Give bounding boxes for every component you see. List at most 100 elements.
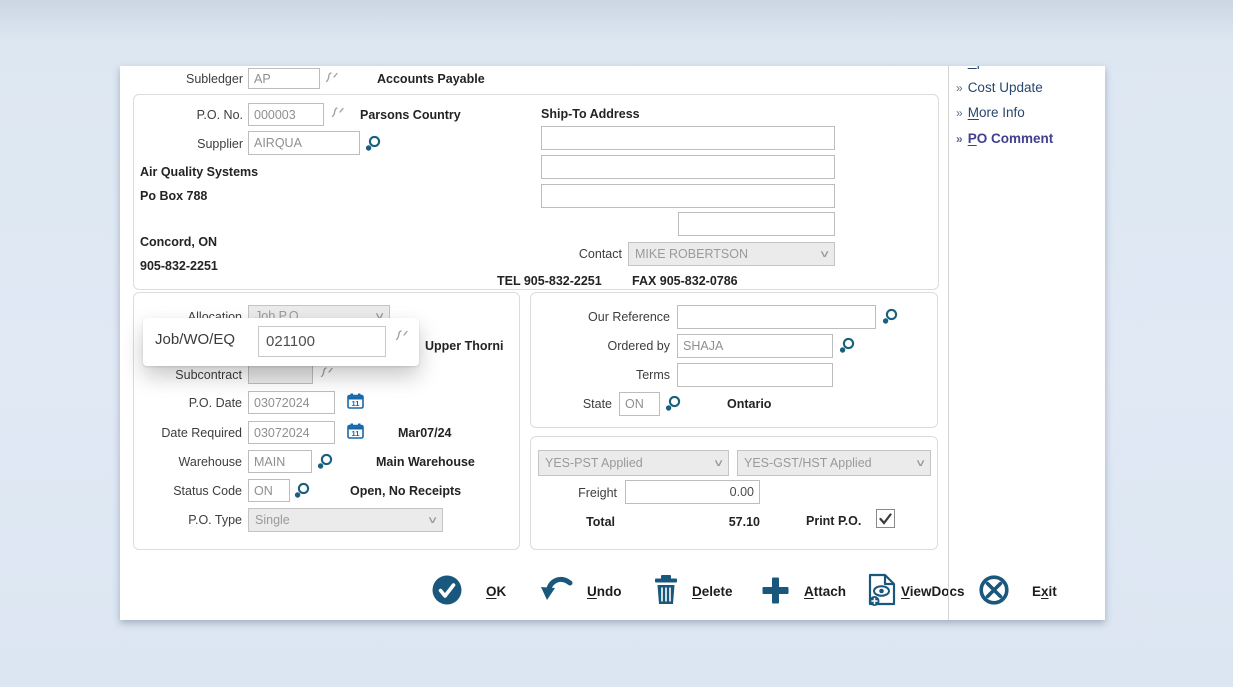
- supplier-input[interactable]: AIRQUA: [248, 131, 360, 155]
- chevron-down-icon: ∨: [426, 515, 438, 526]
- ship-to-line1-input[interactable]: [541, 126, 835, 150]
- chevron-down-icon: ∨: [818, 249, 830, 260]
- ordered-by-label: Ordered by: [550, 336, 670, 356]
- ordered-by-lookup-icon[interactable]: [839, 336, 857, 354]
- subcontract-label: Subcontract: [150, 365, 242, 385]
- job-wo-eq-label: Job/WO/EQ: [155, 331, 235, 348]
- subledger-description: Accounts Payable: [377, 69, 485, 89]
- chevron-right-icon: »: [956, 106, 963, 120]
- warehouse-input[interactable]: MAIN: [248, 450, 312, 473]
- print-po-checkbox[interactable]: [876, 509, 895, 528]
- state-label: State: [550, 394, 612, 414]
- warehouse-label: Warehouse: [150, 452, 242, 472]
- ship-to-line4-input[interactable]: [678, 212, 835, 236]
- ok-check-icon: [432, 575, 462, 605]
- date-required-calendar-icon[interactable]: [347, 423, 364, 439]
- chevron-right-icon: »: [956, 81, 963, 95]
- viewdocs-button[interactable]: [867, 573, 898, 607]
- po-no-label: P.O. No.: [160, 105, 243, 125]
- status-code-label: Status Code: [150, 481, 242, 501]
- status-lookup-icon[interactable]: [294, 481, 312, 499]
- chevron-right-icon: »: [956, 66, 963, 69]
- freight-input[interactable]: 0.00: [625, 480, 760, 504]
- sidebar-item-cost-update[interactable]: »Cost Update: [956, 77, 1043, 99]
- contact-label: Contact: [540, 244, 622, 264]
- sidebar-divider: [948, 66, 949, 620]
- chevron-down-icon: ∨: [914, 458, 926, 469]
- chevron-right-icon: »: [956, 132, 963, 146]
- warehouse-description: Main Warehouse: [376, 452, 475, 472]
- po-no-description: Parsons Country: [360, 105, 461, 125]
- state-input[interactable]: ON: [619, 392, 660, 416]
- ship-to-label: Ship-To Address: [541, 104, 640, 124]
- delete-button[interactable]: [653, 574, 679, 606]
- po-no-drilldown-icon[interactable]: [329, 104, 345, 122]
- ok-button[interactable]: [432, 575, 462, 605]
- job-description: Upper Thorni: [425, 336, 503, 356]
- po-no-input[interactable]: 000003: [248, 103, 324, 126]
- total-value: 57.10: [660, 512, 760, 532]
- exit-button-label[interactable]: Exit: [1032, 581, 1057, 603]
- contact-select[interactable]: MIKE ROBERTSON∨: [628, 242, 835, 266]
- subcontract-drilldown-icon[interactable]: [318, 364, 334, 382]
- freight-label: Freight: [550, 483, 617, 503]
- our-reference-label: Our Reference: [550, 307, 670, 327]
- fax-text: FAX 905-832-0786: [632, 271, 738, 291]
- supplier-city-text: Concord, ON: [140, 232, 217, 252]
- plus-icon: [761, 576, 790, 605]
- status-description: Open, No Receipts: [350, 481, 461, 501]
- attach-button-label[interactable]: Attach: [804, 581, 846, 603]
- our-reference-lookup-icon[interactable]: [882, 307, 900, 325]
- gst-select[interactable]: YES-GST/HST Applied∨: [737, 450, 931, 476]
- exit-button[interactable]: [979, 575, 1009, 605]
- view-docs-icon: [867, 573, 898, 607]
- ship-to-line2-input[interactable]: [541, 155, 835, 179]
- viewdocs-button-label[interactable]: ViewDocs: [901, 581, 965, 603]
- terms-input[interactable]: [677, 363, 833, 387]
- po-type-label: P.O. Type: [150, 510, 242, 530]
- trash-icon: [653, 574, 679, 606]
- print-po-label: Print P.O.: [806, 511, 861, 531]
- tel-text: TEL 905-832-2251: [497, 271, 602, 291]
- sidebar-item-po-comment[interactable]: »PO Comment: [956, 128, 1053, 150]
- supplier-label: Supplier: [160, 134, 243, 154]
- warehouse-lookup-icon[interactable]: [317, 452, 335, 470]
- ok-button-label[interactable]: OK: [486, 581, 506, 603]
- undo-button[interactable]: [539, 575, 574, 605]
- delete-button-label[interactable]: Delete: [692, 581, 733, 603]
- po-date-calendar-icon[interactable]: [347, 393, 364, 409]
- supplier-name-text: Air Quality Systems: [140, 162, 258, 182]
- ordered-by-input[interactable]: SHAJA: [677, 334, 833, 358]
- job-wo-eq-input[interactable]: 021100: [258, 326, 386, 357]
- date-required-description: Mar07/24: [398, 423, 452, 443]
- circle-x-icon: [979, 575, 1009, 605]
- attach-button[interactable]: [761, 576, 790, 605]
- status-code-input[interactable]: ON: [248, 479, 290, 502]
- subledger-drilldown-icon[interactable]: [323, 69, 339, 87]
- our-reference-input[interactable]: [677, 305, 876, 329]
- subledger-input[interactable]: AP: [248, 68, 320, 89]
- undo-arrow-icon: [539, 575, 574, 605]
- po-date-label: P.O. Date: [150, 393, 242, 413]
- checkmark-icon: [879, 513, 892, 525]
- po-entry-window: Subledger AP Accounts Payable P.O. No. 0…: [120, 66, 1105, 620]
- ship-to-line3-input[interactable]: [541, 184, 835, 208]
- subcontract-input[interactable]: [248, 363, 313, 384]
- supplier-address-text: Po Box 788: [140, 186, 207, 206]
- state-description: Ontario: [727, 394, 771, 414]
- subledger-label: Subledger: [160, 69, 243, 89]
- job-wo-eq-popup: Job/WO/EQ 021100: [143, 318, 419, 366]
- state-lookup-icon[interactable]: [665, 394, 683, 412]
- date-required-input[interactable]: 03072024: [248, 421, 335, 444]
- supplier-lookup-icon[interactable]: [365, 134, 383, 152]
- po-type-select[interactable]: Single∨: [248, 508, 443, 532]
- sidebar-item-spares[interactable]: »Spares: [956, 66, 1010, 73]
- job-drilldown-icon[interactable]: [392, 327, 410, 345]
- po-date-input[interactable]: 03072024: [248, 391, 335, 414]
- undo-button-label[interactable]: Undo: [587, 581, 622, 603]
- terms-label: Terms: [550, 365, 670, 385]
- pst-select[interactable]: YES-PST Applied∨: [538, 450, 729, 476]
- total-label: Total: [553, 512, 615, 532]
- sidebar-item-more-info[interactable]: »More Info: [956, 102, 1025, 124]
- chevron-down-icon: ∨: [712, 458, 724, 469]
